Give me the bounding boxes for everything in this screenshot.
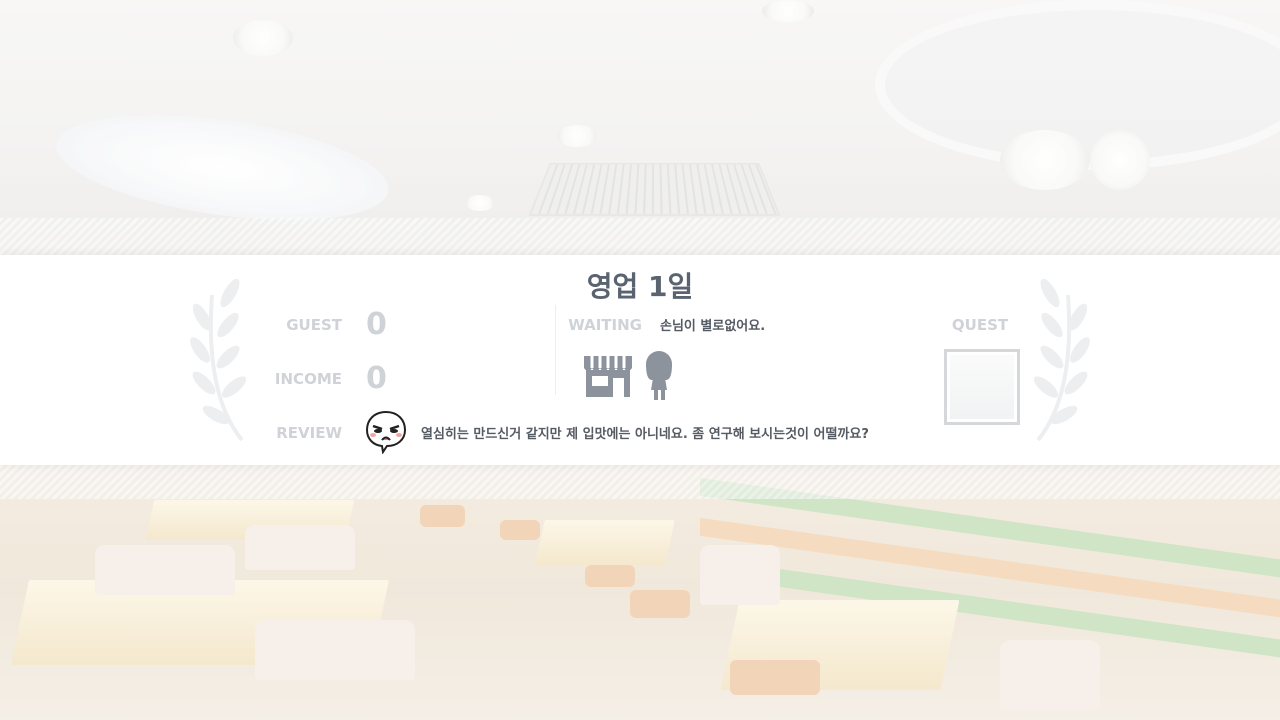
quest-slot[interactable] bbox=[944, 349, 1020, 425]
review-comment: 열심히는 만드신거 같지만 제 입맛에는 아니네요. 좀 연구해 보시는것이 어… bbox=[421, 427, 869, 442]
guest-value: 0 bbox=[366, 307, 387, 342]
day-title: 영업 1일 bbox=[586, 270, 694, 303]
section-divider bbox=[555, 305, 556, 395]
review-label: REVIEW bbox=[276, 424, 342, 442]
guest-label: GUEST bbox=[286, 316, 342, 334]
shop-icon bbox=[584, 356, 632, 397]
waiting-label: WAITING bbox=[568, 316, 642, 334]
waiting-message: 손님이 별로없어요. bbox=[660, 319, 766, 334]
income-value: 0 bbox=[366, 361, 387, 396]
customer-silhouette-icon bbox=[646, 351, 672, 400]
quest-label: QUEST bbox=[951, 316, 1009, 334]
income-label: INCOME bbox=[274, 370, 342, 388]
unhappy-customer-face-icon bbox=[365, 410, 407, 454]
